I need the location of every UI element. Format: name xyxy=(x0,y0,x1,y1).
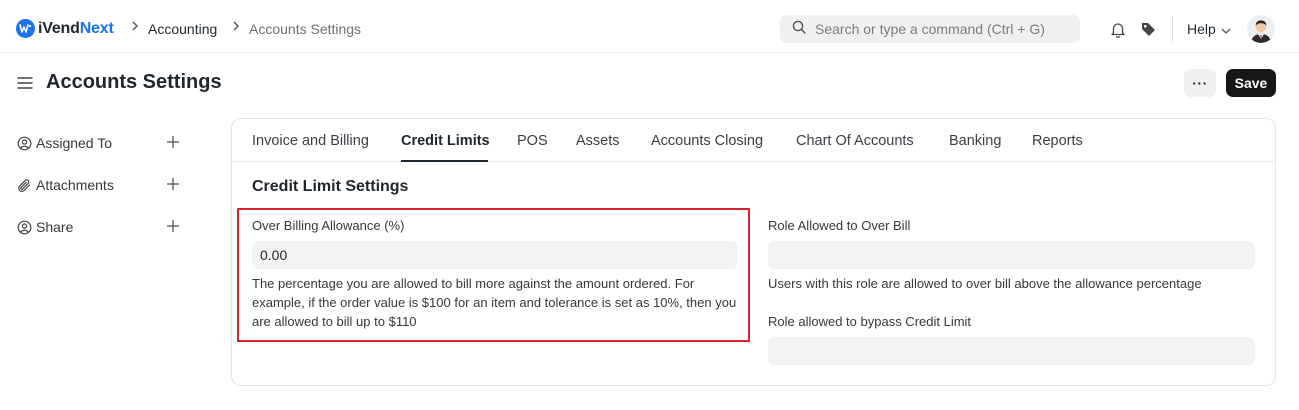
sidebar-item-attachments[interactable]: Attachments xyxy=(17,174,182,196)
save-button[interactable]: Save xyxy=(1226,69,1276,97)
avatar[interactable] xyxy=(1247,15,1275,43)
tab-chart-of-accounts[interactable]: Chart Of Accounts xyxy=(796,133,914,149)
role-bypass-credit-limit-label: Role allowed to bypass Credit Limit xyxy=(768,314,972,329)
bell-icon[interactable] xyxy=(1108,19,1128,39)
tag-icon[interactable] xyxy=(1138,19,1158,39)
role-allowed-to-over-bill-input[interactable] xyxy=(768,241,1255,269)
help-label: Help xyxy=(1187,21,1216,37)
tab-reports[interactable]: Reports xyxy=(1032,133,1083,149)
plus-icon[interactable] xyxy=(166,219,180,233)
sidebar-toggle-icon[interactable] xyxy=(17,76,33,90)
over-billing-allowance-input[interactable]: 0.00 xyxy=(252,241,738,269)
logo-text-accent: Next xyxy=(79,19,114,37)
chevron-right-icon xyxy=(232,20,240,35)
paperclip-icon xyxy=(17,178,32,193)
role-bypass-credit-limit-input[interactable] xyxy=(768,337,1255,365)
chevron-right-icon xyxy=(131,20,139,35)
tab-credit-limits[interactable]: Credit Limits xyxy=(401,133,490,149)
tab-assets[interactable]: Assets xyxy=(576,133,620,149)
page-title: Accounts Settings xyxy=(46,71,222,93)
plus-icon[interactable] xyxy=(166,135,180,149)
logo-mark-icon xyxy=(16,19,35,38)
chevron-down-icon xyxy=(1216,21,1231,37)
over-billing-allowance-label: Over Billing Allowance (%) xyxy=(252,218,405,233)
navbar-divider xyxy=(1172,16,1173,42)
sidebar-item-share[interactable]: Share xyxy=(17,216,182,238)
user-circle-icon xyxy=(17,220,32,235)
search-input[interactable] xyxy=(815,21,1075,37)
navbar: iVendNext Accounting Accounts Settings H… xyxy=(0,0,1299,53)
tab-pos[interactable]: POS xyxy=(517,133,548,149)
sidebar-item-assigned-to[interactable]: Assigned To xyxy=(17,132,182,154)
role-allowed-to-over-bill-label: Role Allowed to Over Bill xyxy=(768,218,911,233)
sidebar-item-label: Assigned To xyxy=(36,135,113,151)
tab-invoice-and-billing[interactable]: Invoice and Billing xyxy=(252,133,369,149)
settings-card: Invoice and Billing Credit Limits POS As… xyxy=(231,118,1276,386)
app-logo[interactable]: iVendNext xyxy=(16,19,114,38)
sidebar-item-label: Share xyxy=(36,219,74,235)
role-allowed-to-over-bill-description: Users with this role are allowed to over… xyxy=(768,276,1202,291)
search-icon xyxy=(792,20,806,39)
more-actions-button[interactable]: ··· xyxy=(1184,69,1216,97)
active-tab-indicator xyxy=(401,160,488,162)
logo-text: iVendNext xyxy=(38,20,114,38)
logo-text-main: iVend xyxy=(38,19,80,37)
user-circle-icon xyxy=(17,136,32,151)
over-billing-allowance-description: The percentage you are allowed to bill m… xyxy=(252,276,737,329)
tab-banking[interactable]: Banking xyxy=(949,133,1001,149)
search-bar[interactable] xyxy=(780,15,1080,43)
breadcrumb-accounting[interactable]: Accounting xyxy=(148,21,217,37)
tab-accounts-closing[interactable]: Accounts Closing xyxy=(651,133,763,149)
tab-bar: Invoice and Billing Credit Limits POS As… xyxy=(232,119,1275,162)
breadcrumb-accounts-settings[interactable]: Accounts Settings xyxy=(249,21,361,37)
sidebar-item-label: Attachments xyxy=(36,177,114,193)
plus-icon[interactable] xyxy=(166,177,180,191)
help-dropdown[interactable]: Help xyxy=(1187,21,1231,37)
section-title: Credit Limit Settings xyxy=(252,178,409,195)
